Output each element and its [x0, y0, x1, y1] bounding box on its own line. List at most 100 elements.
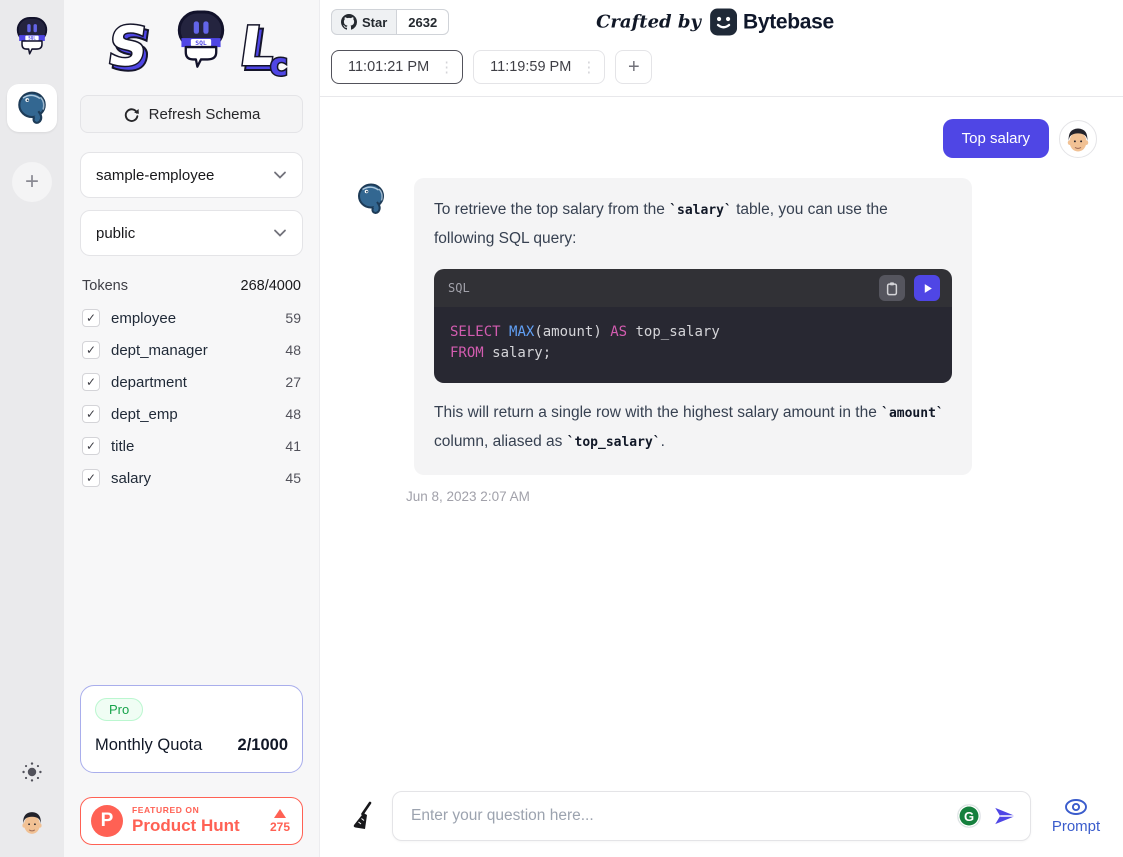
tokens-summary: Tokens 268/4000 [80, 278, 303, 294]
sql-code-block: SQL [434, 269, 952, 383]
conversation-tab-active[interactable]: 11:01:21 PM ⋮ [331, 50, 463, 84]
tab-label: 11:19:59 PM [490, 59, 571, 75]
table-token-count: 45 [285, 470, 301, 486]
prompt-button[interactable]: Prompt [1045, 797, 1107, 835]
play-icon [921, 282, 934, 295]
sqlchat-bot-icon[interactable] [13, 16, 51, 58]
sidebar: S S L L c Refresh Schema sample-employee [64, 0, 320, 857]
table-token-count: 48 [285, 342, 301, 358]
table-name: title [111, 438, 285, 455]
table-name: dept_emp [111, 406, 285, 423]
inline-code: `top_salary` [567, 435, 661, 450]
code-line: SELECT MAX(amount) AS top_salary [450, 322, 936, 343]
conversation-tabs: 11:01:21 PM ⋮ 11:19:59 PM ⋮ + [331, 50, 1099, 84]
conversation-tab[interactable]: 11:19:59 PM ⋮ [473, 50, 605, 84]
table-name: dept_manager [111, 342, 285, 359]
table-checkbox[interactable]: ✓ [82, 437, 100, 455]
crafted-by-label: Crafted by [596, 12, 701, 33]
table-name: department [111, 374, 285, 391]
postgresql-icon [14, 90, 50, 126]
table-row: ✓ employee 59 [80, 302, 303, 334]
code-block-header: SQL [434, 269, 952, 307]
schema-select[interactable]: public [80, 210, 303, 256]
chevron-down-icon [273, 170, 287, 180]
bytebase-logo-icon [710, 9, 737, 36]
bytebase-wordmark: Bytebase [743, 10, 834, 34]
refresh-icon [123, 106, 140, 123]
assistant-paragraph: This will return a single row with the h… [434, 399, 952, 457]
plus-icon: + [628, 56, 640, 79]
pro-quota-card: Pro Monthly Quota 2/1000 [80, 685, 303, 773]
upvote-icon [274, 809, 286, 818]
github-star-button[interactable]: Star 2632 [331, 9, 449, 35]
message-timestamp: Jun 8, 2023 2:07 AM [406, 489, 1097, 504]
clear-conversation-broom-icon[interactable] [350, 801, 378, 831]
clipboard-icon [885, 281, 899, 296]
table-row: ✓ department 27 [80, 366, 303, 398]
database-select-value: sample-employee [96, 167, 214, 184]
database-select[interactable]: sample-employee [80, 152, 303, 198]
user-message-bubble: Top salary [943, 119, 1049, 158]
main-panel: Star 2632 Crafted by Bytebase [320, 0, 1123, 857]
table-checkbox[interactable]: ✓ [82, 373, 100, 391]
crafted-by-bytebase[interactable]: Crafted by Bytebase [596, 9, 834, 36]
product-hunt-badge[interactable]: P FEATURED ON Product Hunt 275 [80, 797, 303, 845]
chevron-down-icon [273, 228, 287, 238]
prompt-label: Prompt [1052, 818, 1100, 835]
tab-menu-icon[interactable]: ⋮ [439, 60, 454, 75]
quota-value: 2/1000 [238, 736, 288, 755]
user-profile-avatar[interactable] [17, 807, 47, 839]
schema-select-value: public [96, 225, 135, 242]
chat-area: Top salary To retrieve the top salary fr… [320, 97, 1123, 781]
table-row: ✓ salary 45 [80, 462, 303, 494]
table-token-count: 59 [285, 310, 301, 326]
svg-text:c: c [270, 48, 288, 83]
user-message-row: Top salary [354, 119, 1097, 158]
table-row: ✓ dept_manager 48 [80, 334, 303, 366]
refresh-schema-button[interactable]: Refresh Schema [80, 95, 303, 133]
table-name: salary [111, 470, 285, 487]
github-icon [341, 14, 357, 30]
plus-icon: + [25, 168, 39, 196]
tokens-label: Tokens [82, 278, 128, 294]
table-checkbox[interactable]: ✓ [82, 469, 100, 487]
quota-label: Monthly Quota [95, 736, 202, 755]
product-hunt-label: Product Hunt [132, 817, 240, 836]
assistant-message-bubble: To retrieve the top salary from the `sal… [414, 178, 972, 475]
table-row: ✓ title 41 [80, 430, 303, 462]
theme-toggle-sun-icon[interactable] [21, 761, 43, 783]
run-query-button[interactable] [914, 275, 940, 301]
product-hunt-logo-icon: P [91, 805, 123, 837]
table-checkbox[interactable]: ✓ [82, 341, 100, 359]
assistant-postgresql-avatar [354, 182, 388, 216]
connection-postgresql[interactable] [7, 84, 57, 132]
question-input[interactable] [409, 806, 958, 826]
inline-code: `amount` [881, 406, 944, 421]
table-name: employee [111, 310, 285, 327]
copy-code-button[interactable] [879, 275, 905, 301]
table-row: ✓ dept_emp 48 [80, 398, 303, 430]
table-checkbox[interactable]: ✓ [82, 405, 100, 423]
tab-label: 11:01:21 PM [348, 59, 429, 75]
table-list: ✓ employee 59 ✓ dept_manager 48 ✓ depart… [80, 302, 303, 494]
table-token-count: 27 [285, 374, 301, 390]
assistant-message-row: To retrieve the top salary from the `sal… [354, 178, 1097, 475]
tab-menu-icon[interactable]: ⋮ [581, 60, 596, 75]
left-rail: + [0, 0, 64, 857]
monthly-quota-row: Monthly Quota 2/1000 [95, 736, 288, 755]
upvote-block: 275 [270, 809, 290, 834]
new-conversation-button[interactable]: + [615, 50, 652, 84]
star-label: Star [362, 15, 387, 30]
table-token-count: 41 [285, 438, 301, 454]
table-checkbox[interactable]: ✓ [82, 309, 100, 327]
refresh-schema-label: Refresh Schema [149, 106, 261, 123]
featured-on-label: FEATURED ON [132, 806, 240, 815]
star-count: 2632 [397, 9, 449, 35]
grammarly-icon[interactable]: G [958, 805, 980, 827]
add-connection-button[interactable]: + [12, 162, 52, 202]
table-token-count: 48 [285, 406, 301, 422]
sqlchat-logo: S S L L c [80, 6, 303, 84]
question-input-container: G [392, 791, 1031, 841]
send-button[interactable] [992, 803, 1018, 829]
eye-icon [1063, 797, 1089, 817]
